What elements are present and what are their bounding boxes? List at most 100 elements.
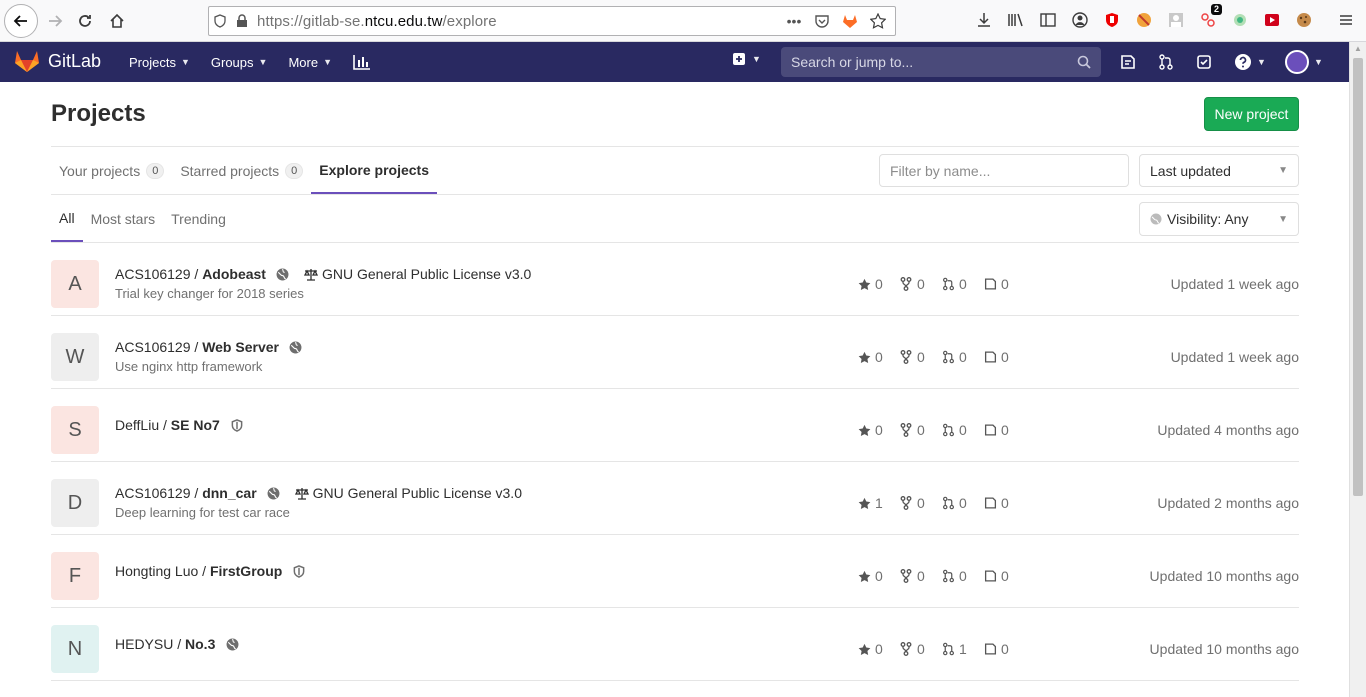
profile-extension-icon[interactable] <box>1164 8 1188 32</box>
tracking-shield-icon[interactable] <box>209 10 231 32</box>
gitlab-home-link[interactable]: GitLab <box>14 49 101 73</box>
new-project-button[interactable]: New project <box>1204 97 1299 131</box>
nav-projects-dropdown[interactable]: Projects ▼ <box>129 55 198 70</box>
nav-more-dropdown[interactable]: More ▼ <box>288 55 340 70</box>
cookie-icon[interactable] <box>1292 8 1316 32</box>
filter-by-name-input[interactable] <box>879 154 1129 187</box>
forks-value: 0 <box>917 641 925 657</box>
tab-all[interactable]: All <box>51 195 83 242</box>
todos-nav-button[interactable] <box>1192 50 1216 74</box>
project-avatar[interactable]: W <box>51 333 99 381</box>
project-avatar[interactable]: D <box>51 479 99 527</box>
project-name: FirstGroup <box>209 563 283 579</box>
url-bar[interactable]: https://gitlab-se.ntcu.edu.tw/explore ••… <box>208 6 896 36</box>
stars-count[interactable]: 1 <box>857 495 899 511</box>
merge-requests-count[interactable]: 0 <box>941 276 983 292</box>
globe-icon <box>1150 213 1162 225</box>
tab-trending[interactable]: Trending <box>163 195 234 242</box>
brand-name: GitLab <box>48 50 102 71</box>
issues-count[interactable]: 0 <box>983 422 1025 438</box>
tab-your-projects[interactable]: Your projects 0 <box>51 147 172 194</box>
reload-button[interactable] <box>70 6 100 36</box>
issues-count[interactable]: 0 <box>983 349 1025 365</box>
merge-requests-count[interactable]: 1 <box>941 641 983 657</box>
project-namespace: ACS106129 / <box>115 266 199 282</box>
sidebar-icon[interactable] <box>1036 8 1060 32</box>
project-avatar[interactable]: F <box>51 552 99 600</box>
merge-requests-nav-button[interactable] <box>1154 50 1178 74</box>
bookmark-star-icon[interactable] <box>867 10 889 32</box>
star-icon <box>857 496 871 510</box>
vue-devtools-icon[interactable] <box>1228 8 1252 32</box>
scrollbar-thumb[interactable] <box>1353 58 1363 496</box>
issues-nav-button[interactable] <box>1116 50 1140 74</box>
issues-count[interactable]: 0 <box>983 495 1025 511</box>
project-name-link[interactable]: HEDYSU / No.3 <box>115 636 215 652</box>
project-row: A ACS106129 / Adobeast GNU General Publi… <box>51 243 1299 316</box>
lock-icon[interactable] <box>231 10 253 32</box>
tab-starred-projects[interactable]: Starred projects 0 <box>172 147 311 194</box>
project-avatar[interactable]: S <box>51 406 99 454</box>
stars-count[interactable]: 0 <box>857 276 899 292</box>
pocket-icon[interactable] <box>811 10 833 32</box>
video-extension-icon[interactable] <box>1260 8 1284 32</box>
fork-icon <box>899 642 913 656</box>
back-button[interactable] <box>4 4 38 38</box>
merge-requests-count[interactable]: 0 <box>941 568 983 584</box>
account-icon[interactable] <box>1068 8 1092 32</box>
forks-count[interactable]: 0 <box>899 495 941 511</box>
blocker-extension-icon[interactable] <box>1132 8 1156 32</box>
project-name-link[interactable]: ACS106129 / dnn_car <box>115 485 257 501</box>
issues-count[interactable]: 0 <box>983 641 1025 657</box>
ublock-icon[interactable] <box>1100 8 1124 32</box>
download-icon[interactable] <box>972 8 996 32</box>
library-icon[interactable] <box>1004 8 1028 32</box>
stars-count[interactable]: 0 <box>857 641 899 657</box>
stars-count[interactable]: 0 <box>857 568 899 584</box>
visibility-dropdown[interactable]: Visibility: Any ▼ <box>1139 202 1299 236</box>
global-search-input[interactable]: Search or jump to... <box>781 47 1101 77</box>
nav-groups-dropdown[interactable]: Groups ▼ <box>211 55 276 70</box>
stars-count[interactable]: 0 <box>857 422 899 438</box>
forks-count[interactable]: 0 <box>899 349 941 365</box>
new-item-dropdown[interactable]: ▼ <box>732 52 761 66</box>
scroll-up-arrow-icon[interactable]: ▲ <box>1354 44 1362 53</box>
merge-requests-count[interactable]: 0 <box>941 349 983 365</box>
project-avatar[interactable]: N <box>51 625 99 673</box>
issues-count[interactable]: 0 <box>983 568 1025 584</box>
stars-count[interactable]: 0 <box>857 349 899 365</box>
project-avatar[interactable]: A <box>51 260 99 308</box>
avatar <box>1285 50 1310 74</box>
forks-count[interactable]: 0 <box>899 276 941 292</box>
merge-requests-count[interactable]: 0 <box>941 422 983 438</box>
forward-button[interactable] <box>40 6 70 36</box>
forks-count[interactable]: 0 <box>899 568 941 584</box>
project-sort-tabs: All Most stars Trending <box>51 195 234 242</box>
nav-activity-chart-button[interactable] <box>353 54 379 70</box>
share-extension-icon[interactable]: 2 <box>1196 4 1222 32</box>
project-row: F Hongting Luo / FirstGroup 0 0 0 0 Upda… <box>51 535 1299 608</box>
project-name-link[interactable]: ACS106129 / Web Server <box>115 339 279 355</box>
forks-count[interactable]: 0 <box>899 422 941 438</box>
tab-explore-projects[interactable]: Explore projects <box>311 147 437 194</box>
forks-count[interactable]: 0 <box>899 641 941 657</box>
issues-icon <box>983 569 997 583</box>
merge-request-icon <box>941 642 955 656</box>
help-dropdown[interactable]: ▼ <box>1230 50 1270 74</box>
project-row: S DeffLiu / SE No7 0 0 0 0 Updated 4 mon… <box>51 389 1299 462</box>
gitlab-extension-icon[interactable] <box>839 10 861 32</box>
fork-icon <box>899 277 913 291</box>
tab-most-stars[interactable]: Most stars <box>83 195 164 242</box>
page-actions-icon[interactable]: ••• <box>783 10 805 32</box>
project-name-link[interactable]: ACS106129 / Adobeast <box>115 266 266 282</box>
merge-requests-count[interactable]: 0 <box>941 495 983 511</box>
issues-count[interactable]: 0 <box>983 276 1025 292</box>
project-name-link[interactable]: Hongting Luo / FirstGroup <box>115 563 282 579</box>
user-menu-dropdown[interactable]: ▼ <box>1284 50 1324 74</box>
merge-request-icon <box>941 569 955 583</box>
hamburger-menu-icon[interactable] <box>1334 8 1358 32</box>
sort-dropdown[interactable]: Last updated ▼ <box>1139 154 1299 187</box>
project-name-link[interactable]: DeffLiu / SE No7 <box>115 417 220 433</box>
home-button[interactable] <box>102 6 132 36</box>
page-scrollbar[interactable]: ▲ <box>1349 42 1366 697</box>
